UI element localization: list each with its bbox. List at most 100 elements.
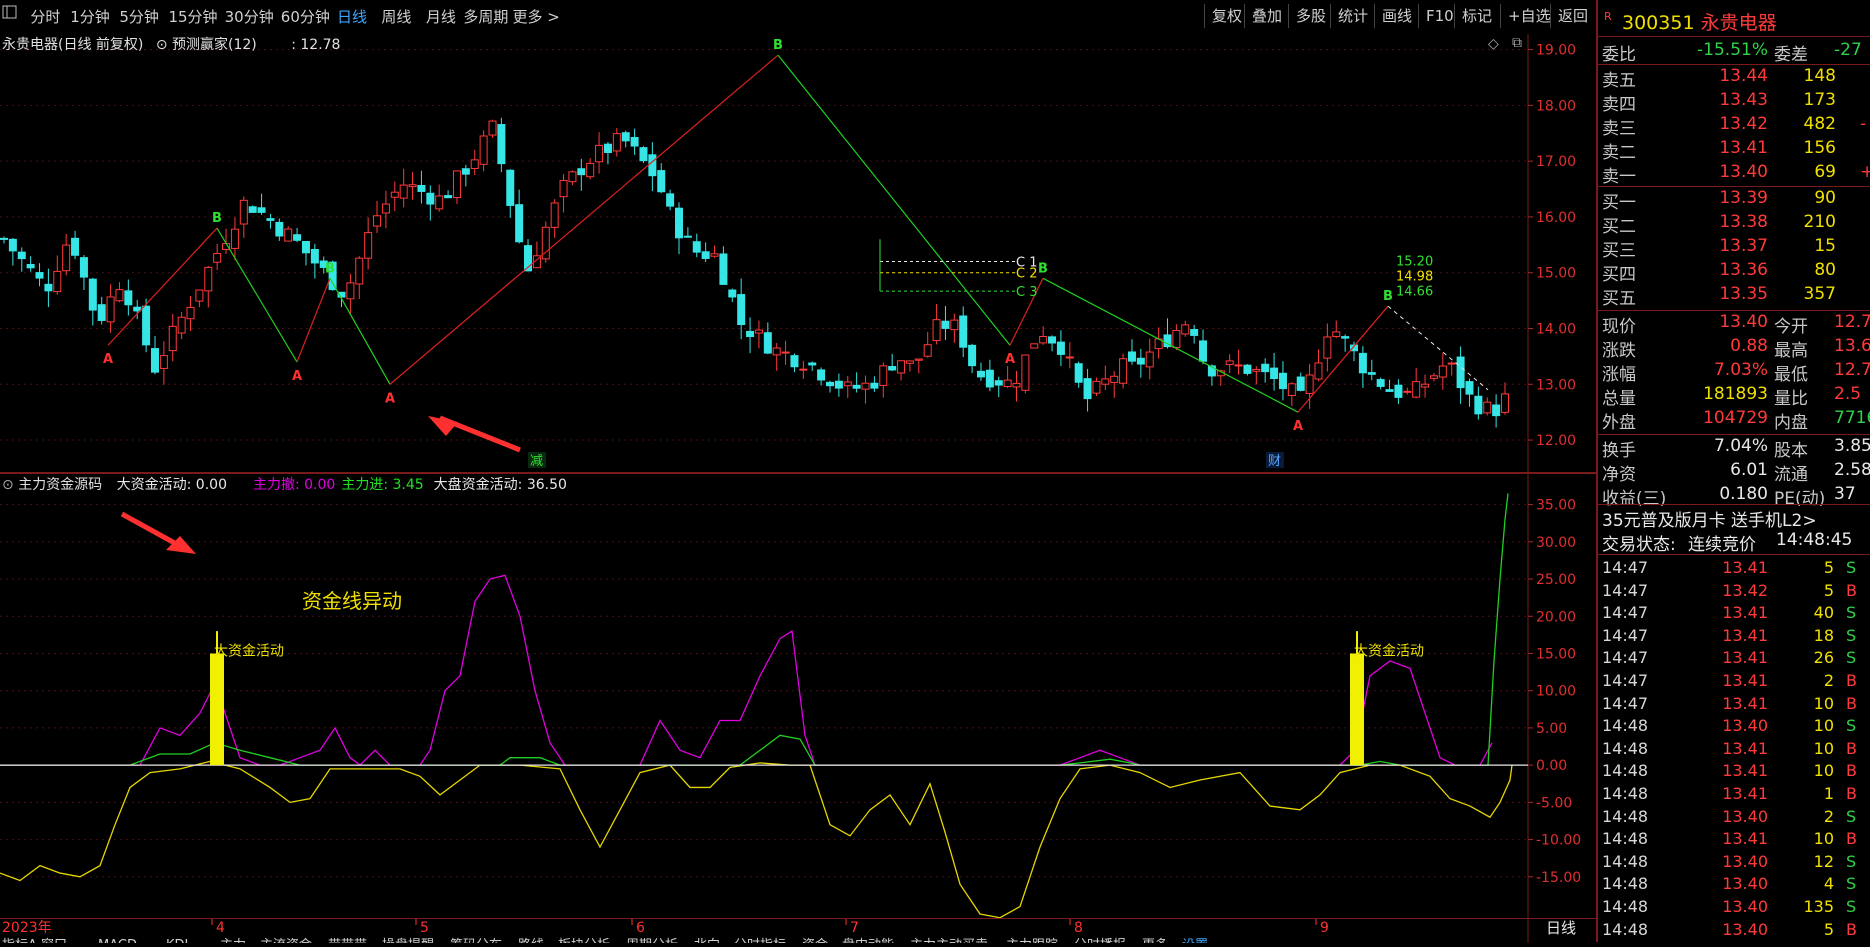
bottom-tab[interactable]: 操盘提醒 — [382, 937, 434, 947]
candle-body — [1225, 360, 1234, 366]
candle-body — [88, 278, 97, 311]
tick-volume: 2 — [1823, 671, 1834, 690]
candle-body — [115, 289, 124, 302]
event-tag-finance[interactable]: 财 — [1268, 454, 1281, 469]
period-tab[interactable]: 5分钟 — [119, 6, 159, 27]
ask-change: - — [1860, 114, 1867, 134]
toolbar-button[interactable]: 多股 — [1288, 4, 1333, 28]
tick-row: 14:47 13.42 5 B — [1598, 581, 1870, 604]
event-tag-reduce[interactable]: 减 — [530, 454, 543, 469]
high-marker: B — [212, 211, 222, 226]
candle-body — [888, 366, 897, 371]
period-tab[interactable]: 分时 — [30, 6, 60, 27]
period-tab[interactable]: 1分钟 — [70, 6, 110, 27]
tick-side: S — [1846, 558, 1857, 577]
ask-row: 卖五 13.44 148 — [1598, 66, 1870, 91]
bid-volume: 357 — [1803, 284, 1836, 304]
bottom-tab[interactable]: 板块分析 — [558, 938, 610, 947]
candle-body — [595, 144, 604, 163]
candle-body — [26, 263, 35, 269]
toolbar-button[interactable]: 返回 — [1550, 4, 1595, 28]
tick-side: S — [1846, 874, 1857, 894]
period-tab[interactable]: 多周期 — [463, 6, 508, 27]
kline-chart[interactable]: 19.00 18.00 17.00 16.00 15.00 14.00 13.00 12.00… — [0, 34, 1596, 472]
ask-price[interactable]: 13.42 — [1668, 114, 1768, 134]
bottom-tab[interactable]: 分时播报 — [1074, 938, 1126, 947]
panel-toggle-icon[interactable] — [2, 4, 18, 20]
toolbar-button[interactable]: +自选 — [1500, 4, 1558, 28]
bottom-tab[interactable]: 分时指标 — [734, 938, 786, 947]
bottom-tab[interactable]: KDJ — [166, 938, 188, 947]
promo-link[interactable]: 35元普及版月卡 送手机L2> — [1598, 506, 1870, 531]
kline-svg[interactable]: 19.00 18.00 17.00 16.00 15.00 14.00 13.00 12.00… — [0, 34, 1596, 472]
panel-toggle-icon[interactable] — [2, 4, 18, 24]
period-tab[interactable]: 周线 — [381, 6, 411, 27]
bottom-tab[interactable]: 更多 — [1142, 937, 1168, 947]
period-tab[interactable]: 30分钟 — [225, 6, 274, 27]
ask-price[interactable]: 13.40 — [1668, 162, 1768, 182]
bottom-tab[interactable]: 主力 — [220, 938, 246, 947]
period-tab[interactable]: 更多 > — [512, 6, 559, 27]
candle-body — [1429, 375, 1438, 379]
candle-body — [1012, 382, 1021, 388]
bottom-tab[interactable]: 北向 — [694, 937, 720, 947]
tick-side: B — [1846, 671, 1857, 690]
ask-price[interactable]: 13.43 — [1668, 90, 1768, 110]
bottom-tab[interactable]: 盘中动能 — [842, 937, 894, 947]
time-axis-label: 8 — [1074, 920, 1083, 936]
candle-body — [1083, 378, 1092, 400]
finance-value: 0.180 — [1719, 484, 1768, 504]
tick-time: 14:48 — [1602, 897, 1649, 916]
stock-header[interactable]: 300351 永贵电器 — [1622, 8, 1777, 35]
indicator-toggle-icon[interactable]: ⊙ — [2, 477, 14, 493]
bottom-tab[interactable]: 周期分析 — [626, 938, 678, 947]
bottom-tab[interactable]: 资金 — [802, 937, 828, 947]
period-tab[interactable]: 月线 — [426, 6, 456, 27]
period-label[interactable]: 日线 — [1546, 919, 1576, 937]
candle-body — [568, 171, 577, 183]
toolbar-button[interactable]: 统计 — [1330, 4, 1375, 28]
bottom-tab[interactable]: 主力跟踪 — [1006, 938, 1058, 947]
indicator-header: ⊙ 主力资金源码 大资金活动: 0.00 主力撤: 0.00 主力进: 3.45 大盘… — [2, 474, 567, 494]
bottom-tab[interactable]: 路线 — [518, 937, 544, 947]
period-tab[interactable]: 60分钟 — [281, 6, 330, 27]
bid-row: 买二 13.38 210 — [1598, 212, 1870, 237]
bottom-tab[interactable]: 设置 — [1182, 938, 1208, 947]
candle-body — [1403, 390, 1412, 393]
candle-body — [1074, 363, 1083, 383]
tick-row: 14:48 13.40 5 B — [1598, 920, 1870, 943]
candle-body — [746, 330, 755, 338]
bid-price[interactable]: 13.35 — [1668, 284, 1768, 304]
bottom-tab[interactable]: 主流资金 — [260, 937, 312, 947]
toolbar-button[interactable]: 复权 — [1204, 4, 1249, 28]
period-toolbar: 分时 1分钟 5分钟 15分钟 30分钟 60分钟 日线 周线 月线 多周期 更多 > 复权 叠加 多股… — [0, 0, 1596, 35]
bottom-tab[interactable]: 带带带 — [328, 938, 367, 947]
stat-row: 涨跌 0.88 最高 13.6 — [1598, 336, 1870, 361]
bid-price[interactable]: 13.36 — [1668, 260, 1768, 280]
bottom-tab[interactable]: MACD — [98, 938, 137, 947]
toolbar-button[interactable]: 叠加 — [1244, 4, 1289, 28]
toolbar-button[interactable]: 画线 — [1374, 4, 1419, 28]
indicator-legend-item: 主力撤: 0.00 — [252, 477, 336, 493]
ask-price[interactable]: 13.44 — [1668, 66, 1768, 86]
ask-change: + — [1860, 162, 1870, 182]
bid-price[interactable]: 13.39 — [1668, 188, 1768, 208]
bottom-tab[interactable]: 筹码分布 — [450, 937, 502, 947]
window-restore-icon[interactable]: ⧉ — [1512, 35, 1522, 51]
indicator-toggle-icon[interactable]: ⊙ — [156, 37, 168, 53]
indicator-svg[interactable]: 35.00 30.00 25.00 20.00 15.00 10.00 5.00 0.00 -5… — [0, 474, 1596, 919]
diamond-icon[interactable]: ◇ — [1488, 36, 1499, 52]
period-tab[interactable]: 15分钟 — [168, 6, 217, 27]
tick-row: 14:48 13.41 10 B — [1598, 829, 1870, 852]
period-tab[interactable]: 日线 — [337, 6, 367, 27]
time-axis: 2023年 4 5 6 7 8 9 日线指标A 窗口 MACD KDJ 主力 主流资金 带带带 操盘提醒 筹… — [2, 919, 1576, 947]
fund-indicator-panel[interactable]: 35.00 30.00 25.00 20.00 15.00 10.00 5.00 0.00 -5… — [0, 474, 1596, 919]
ask-price[interactable]: 13.41 — [1668, 138, 1768, 158]
chart-title: 永贵电器(日线 前复权) — [2, 37, 144, 53]
bottom-tab[interactable]: 主力主动买卖 — [910, 938, 988, 947]
fund-activity-label: 大资金活动 — [1354, 643, 1424, 659]
bid-price[interactable]: 13.37 — [1668, 236, 1768, 256]
toolbar-button[interactable]: 标记 — [1454, 4, 1499, 28]
bottom-tab[interactable]: 指标A 窗口 — [2, 937, 67, 947]
bid-price[interactable]: 13.38 — [1668, 212, 1768, 232]
